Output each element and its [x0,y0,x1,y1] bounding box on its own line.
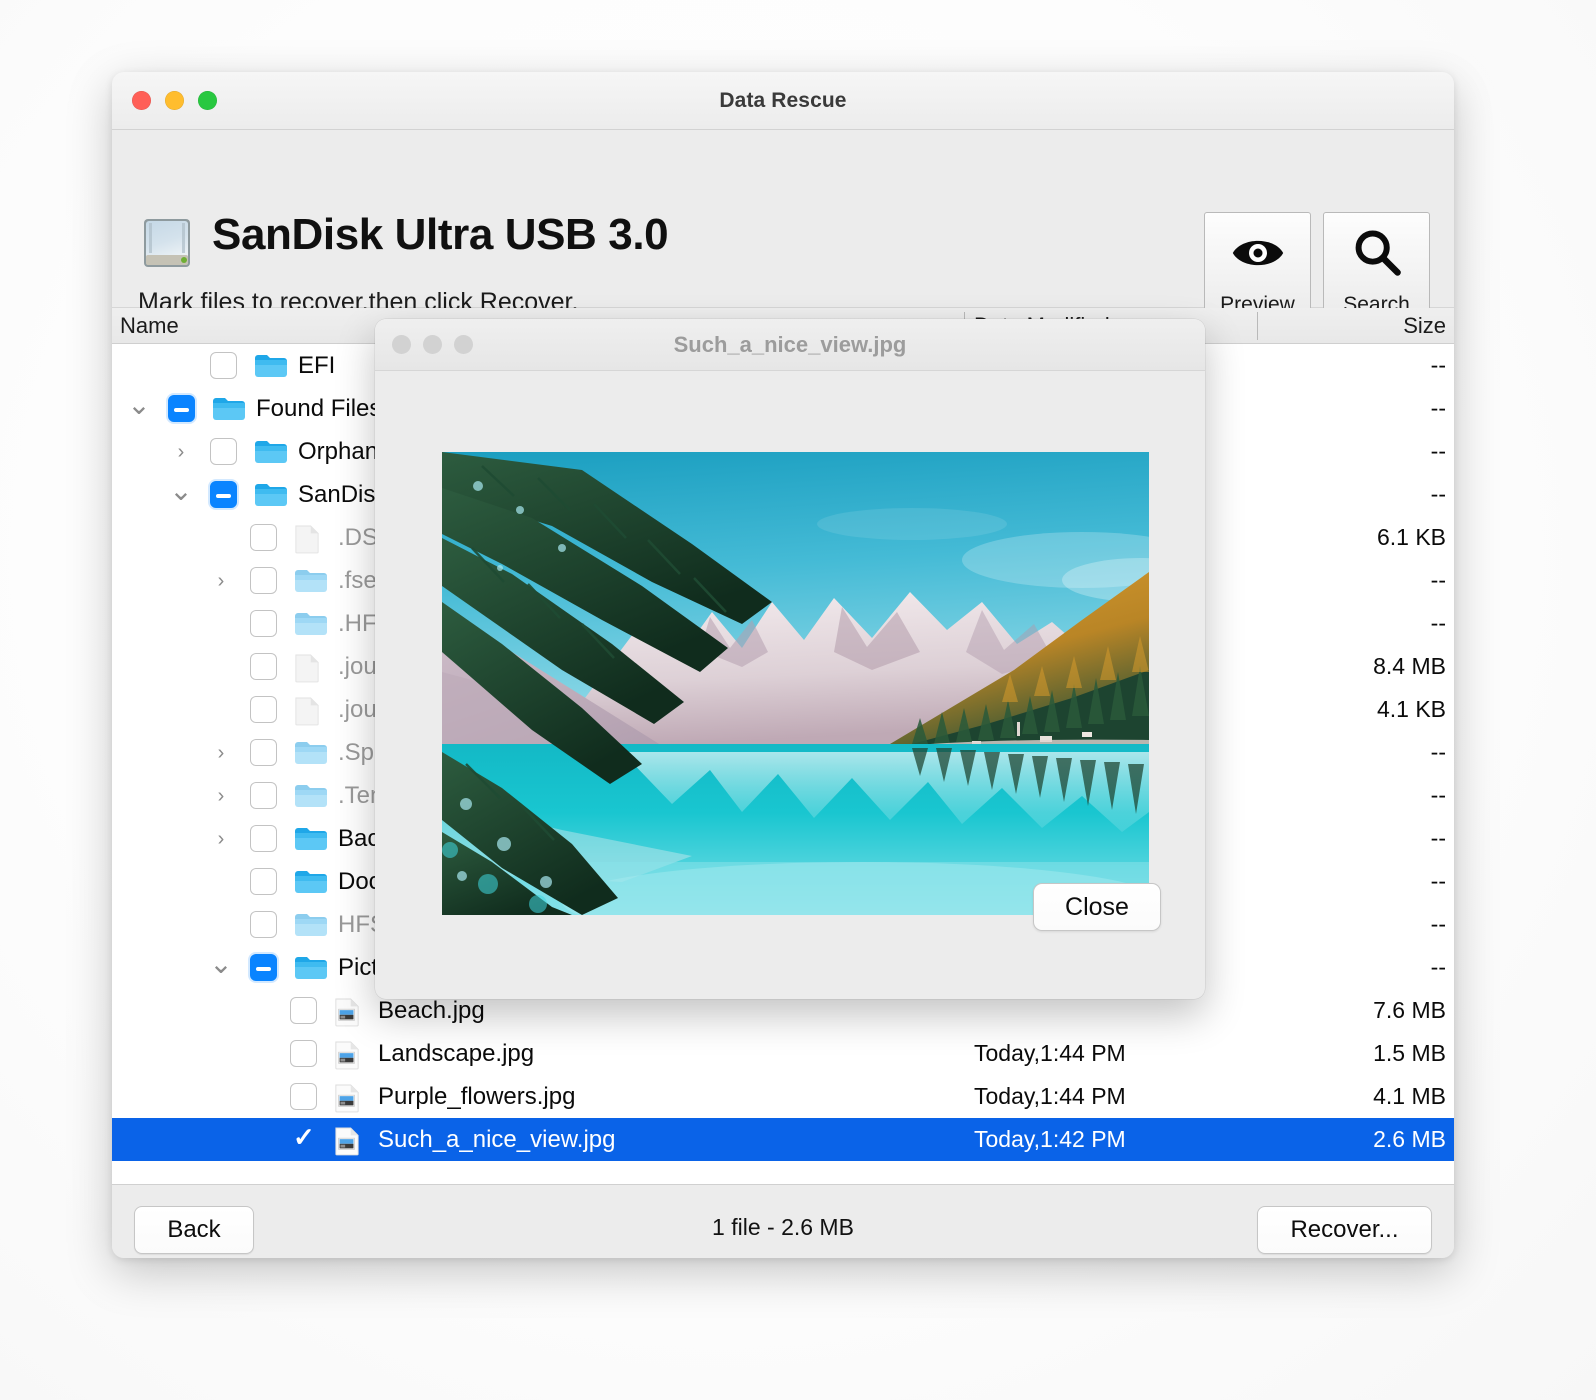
file-size: -- [1431,954,1446,981]
window-title: Data Rescue [112,89,1454,113]
row-checkbox[interactable] [210,481,237,508]
file-size: -- [1431,610,1446,637]
file-size: -- [1431,481,1446,508]
table-row[interactable]: Such_a_nice_view.jpg Today,1:42 PM 2.6 MB [112,1118,1454,1161]
row-checkbox[interactable] [290,997,317,1024]
folder-icon [212,395,246,423]
file-size: -- [1431,739,1446,766]
chevron-right-icon[interactable]: › [208,743,234,763]
file-name: Found Files [256,395,381,423]
folder-icon [294,954,328,982]
window-titlebar: Data Rescue [112,72,1454,130]
chevron-right-icon[interactable]: › [168,442,194,462]
folder-icon [294,868,328,896]
folder-icon [294,739,328,767]
status-text: 1 file - 2.6 MB [112,1214,1454,1241]
chevron-down-icon[interactable]: ⌄ [208,950,234,978]
jpg-file-icon [334,1126,368,1154]
dialog-titlebar: Such_a_nice_view.jpg [375,319,1205,371]
file-size: -- [1431,438,1446,465]
page-title: SanDisk Ultra USB 3.0 [212,210,668,260]
row-checkbox[interactable] [250,868,277,895]
row-checkbox[interactable] [250,567,277,594]
dialog-body: Close [375,371,1205,999]
table-row[interactable]: Landscape.jpg Today,1:44 PM 1.5 MB [112,1032,1454,1075]
file-size: -- [1431,352,1446,379]
row-checkbox[interactable] [250,696,277,723]
row-checkbox[interactable] [250,610,277,637]
row-checkbox[interactable] [250,524,277,551]
chevron-right-icon[interactable]: › [208,786,234,806]
file-name: Landscape.jpg [378,1040,534,1068]
row-checkbox[interactable] [250,911,277,938]
folder-icon [294,567,328,595]
chevron-right-icon[interactable]: › [208,829,234,849]
file-date-modified: Today,1:44 PM [974,1083,1126,1110]
file-name: Purple_flowers.jpg [378,1083,575,1111]
preview-photo [442,452,1149,915]
file-size: 7.6 MB [1373,997,1446,1024]
row-checkbox[interactable] [168,395,195,422]
file-icon [294,524,328,552]
file-icon [294,653,328,681]
chevron-right-icon[interactable]: › [208,571,234,591]
file-size: -- [1431,825,1446,852]
folder-icon [294,782,328,810]
hard-drive-icon [138,214,196,272]
file-size: 1.5 MB [1373,1040,1446,1067]
chevron-down-icon[interactable]: ⌄ [126,391,152,419]
row-checkbox[interactable] [210,352,237,379]
folder-icon [254,438,288,466]
eye-icon [1229,213,1287,293]
folder-icon [254,481,288,509]
file-size: 2.6 MB [1373,1126,1446,1153]
dialog-title: Such_a_nice_view.jpg [375,332,1205,358]
footer-bar: Back 1 file - 2.6 MB Recover... [112,1184,1454,1258]
file-size: 4.1 KB [1377,696,1446,723]
column-divider-2[interactable] [1257,312,1258,340]
drive-header: SanDisk Ultra USB 3.0 Mark files to reco… [112,130,1454,308]
preview-dialog: Such_a_nice_view.jpg [375,319,1205,999]
row-checkbox[interactable] [250,954,277,981]
table-row[interactable]: Purple_flowers.jpg Today,1:44 PM 4.1 MB [112,1075,1454,1118]
column-header-size[interactable]: Size [1403,313,1446,339]
file-size: -- [1431,395,1446,422]
jpg-file-icon [334,1040,368,1068]
row-checkbox[interactable] [250,739,277,766]
row-checkbox[interactable] [250,653,277,680]
row-checkbox[interactable] [290,1126,317,1153]
jpg-file-icon [334,1083,368,1111]
folder-icon [254,352,288,380]
magnifier-icon [1351,213,1403,293]
chevron-down-icon[interactable]: ⌄ [168,477,194,505]
row-checkbox[interactable] [290,1083,317,1110]
file-size: 6.1 KB [1377,524,1446,551]
row-checkbox[interactable] [290,1040,317,1067]
row-checkbox[interactable] [250,782,277,809]
file-date-modified: Today,1:42 PM [974,1126,1126,1153]
file-size: 8.4 MB [1373,653,1446,680]
jpg-file-icon [334,997,368,1025]
file-size: 4.1 MB [1373,1083,1446,1110]
file-size: -- [1431,868,1446,895]
file-name: Beach.jpg [378,997,485,1025]
file-size: -- [1431,567,1446,594]
recover-button[interactable]: Recover... [1257,1206,1432,1254]
dialog-close-action-button[interactable]: Close [1033,883,1161,931]
file-size: -- [1431,782,1446,809]
column-header-name[interactable]: Name [120,313,179,339]
file-name: EFI [298,352,335,380]
file-size: -- [1431,911,1446,938]
file-icon [294,696,328,724]
folder-icon [294,911,328,939]
folder-icon [294,825,328,853]
desktop-background: Data Rescue [0,0,1596,1400]
row-checkbox[interactable] [250,825,277,852]
file-date-modified: Today,1:44 PM [974,1040,1126,1067]
file-name: Such_a_nice_view.jpg [378,1126,616,1154]
folder-icon [294,610,328,638]
image-preview-frame [442,452,1149,915]
row-checkbox[interactable] [210,438,237,465]
